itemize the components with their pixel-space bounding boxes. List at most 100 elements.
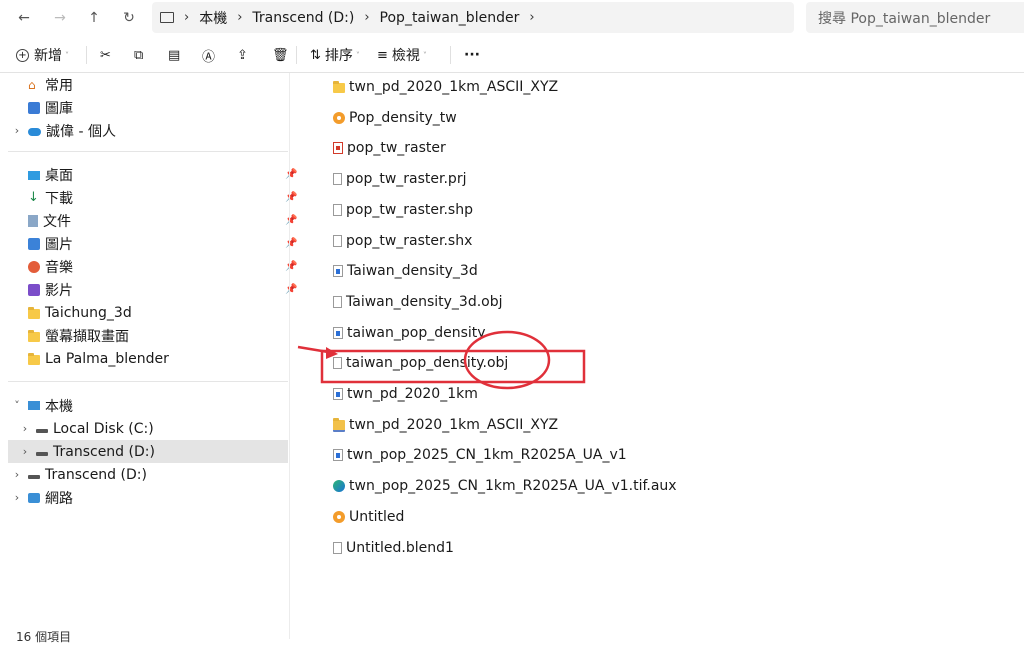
video-icon	[28, 283, 40, 296]
nav-item-label: Transcend (D:)	[45, 466, 147, 483]
file-name: pop_tw_raster.shx	[346, 232, 473, 249]
file-icon	[333, 295, 342, 308]
nav-item-onedrive[interactable]: › 誠偉 - 個人	[8, 119, 288, 142]
nav-item-label: La Palma_blender	[45, 350, 169, 367]
nav-item-gallery[interactable]: 圖庫	[8, 96, 288, 119]
chevron-right-icon[interactable]: ›	[12, 124, 22, 137]
copy-icon[interactable]: ⧉	[134, 38, 143, 72]
nav-item-transcend-selected[interactable]: › Transcend (D:)	[8, 440, 288, 463]
nav-item-music[interactable]: 音樂 📌	[8, 255, 297, 278]
file-row[interactable]: twn_pd_2020_1km_ASCII_XYZ	[333, 75, 558, 99]
sort-button[interactable]: ⇅ 排序 ˅	[310, 38, 360, 72]
file-icon	[333, 541, 342, 554]
file-name: twn_pd_2020_1km	[347, 386, 478, 402]
computer-icon	[28, 401, 40, 410]
breadcrumb-drive[interactable]: Transcend (D:)	[246, 10, 360, 26]
file-row[interactable]: twn_pd_2020_1km	[333, 382, 478, 406]
share-icon[interactable]: ⇪	[237, 38, 248, 72]
rename-icon[interactable]: Ⓐ	[202, 38, 215, 72]
file-name: Taiwan_density_3d.obj	[346, 293, 503, 310]
nav-item-downloads[interactable]: ↓ 下載 📌	[8, 186, 297, 209]
cut-icon[interactable]: ✂	[100, 38, 111, 72]
nav-item-videos[interactable]: 影片 📌	[8, 278, 297, 301]
chevron-down-icon: ˅	[355, 50, 360, 60]
chevron-right-icon[interactable]: ›	[20, 445, 30, 458]
file-row[interactable]: taiwan_pop_density.obj	[333, 351, 508, 375]
file-row[interactable]: Untitled.blend1	[333, 536, 454, 560]
nav-item-label: 圖片	[45, 236, 73, 253]
file-row[interactable]: Pop_density_tw	[333, 106, 457, 130]
drive-icon	[28, 474, 40, 479]
folder-icon	[28, 306, 40, 319]
file-name: pop_tw_raster	[347, 140, 446, 157]
zip-folder-icon	[333, 417, 345, 432]
nav-item-documents[interactable]: 文件 📌	[8, 209, 297, 232]
status-item-count: 16 個項目	[16, 630, 72, 644]
nav-item-local-disk[interactable]: › Local Disk (C:)	[8, 417, 288, 440]
breadcrumb-chevron-icon[interactable]: ›	[233, 10, 246, 25]
chevron-down-icon[interactable]: ˅	[12, 399, 22, 412]
file-name: twn_pop_2025_CN_1km_R2025A_UA_v1.tif.aux	[349, 478, 677, 495]
nav-divider	[8, 381, 288, 382]
file-row[interactable]: pop_tw_raster.shx	[333, 229, 472, 253]
new-button[interactable]: + 新增 ˅	[16, 38, 69, 72]
file-row[interactable]: taiwan_pop_density	[333, 321, 486, 345]
nav-item-label: 網路	[45, 490, 73, 507]
monitor-icon[interactable]	[160, 12, 174, 23]
file-name: taiwan_pop_density	[347, 324, 486, 341]
pdf-icon	[333, 142, 343, 155]
view-list-icon: ≡	[377, 47, 388, 63]
file-row[interactable]: Taiwan_density_3d	[333, 259, 478, 283]
toolbar-divider	[296, 46, 297, 64]
nav-item-label: Taichung_3d	[45, 304, 132, 321]
nav-item-network[interactable]: › 網路	[8, 486, 288, 509]
chevron-right-icon[interactable]: ›	[12, 468, 22, 481]
refresh-icon[interactable]: ↻	[117, 6, 141, 30]
breadcrumb-chevron-icon[interactable]: ›	[180, 10, 193, 25]
delete-icon[interactable]: 🗑	[272, 38, 289, 72]
nav-item-taichung[interactable]: Taichung_3d	[8, 301, 288, 324]
command-bar: + 新增 ˅ ✂ ⧉ ▤ Ⓐ ⇪ 🗑 ⇅ 排序 ˅ ≡ 檢視 ˅ ···	[0, 38, 1024, 73]
nav-item-label: 文件	[43, 213, 71, 230]
nav-item-this-pc[interactable]: ˅ 本機	[8, 394, 288, 417]
breadcrumb-folder[interactable]: Pop_taiwan_blender	[374, 10, 526, 26]
pictures-icon	[28, 237, 40, 250]
chevron-right-icon[interactable]: ›	[20, 422, 30, 435]
file-row[interactable]: Taiwan_density_3d.obj	[333, 290, 503, 314]
nav-divider	[8, 151, 288, 152]
address-bar: ← → ↑ ↻ › 本機 › Transcend (D:) › Pop_taiw…	[0, 0, 1024, 36]
file-row[interactable]: pop_tw_raster	[333, 136, 446, 160]
music-icon	[28, 260, 40, 273]
nav-item-la-palma[interactable]: La Palma_blender	[8, 347, 288, 370]
nav-item-label: 常用	[45, 77, 73, 94]
nav-item-screenshots[interactable]: 螢幕擷取畫面	[8, 324, 288, 347]
breadcrumb[interactable]: › 本機 › Transcend (D:) › Pop_taiwan_blend…	[152, 2, 794, 33]
drive-icon	[36, 451, 48, 456]
network-icon	[28, 492, 40, 503]
file-row[interactable]: twn_pop_2025_CN_1km_R2025A_UA_v1	[333, 443, 627, 467]
breadcrumb-this-pc[interactable]: 本機	[193, 8, 233, 28]
paste-icon[interactable]: ▤	[168, 38, 180, 72]
search-input[interactable]: 搜尋 Pop_taiwan_blender	[806, 2, 1024, 33]
file-name: taiwan_pop_density.obj	[346, 355, 509, 372]
see-more-button[interactable]: ···	[464, 38, 480, 72]
file-icon	[333, 203, 342, 216]
up-arrow-icon[interactable]: ↑	[82, 6, 106, 30]
file-row[interactable]: pop_tw_raster.prj	[333, 167, 466, 191]
nav-item-transcend[interactable]: › Transcend (D:)	[8, 463, 288, 486]
chevron-right-icon[interactable]: ›	[12, 491, 22, 504]
nav-item-desktop[interactable]: 桌面 📌	[8, 163, 297, 186]
nav-item-label: 本機	[45, 398, 73, 415]
file-row[interactable]: twn_pd_2020_1km_ASCII_XYZ	[333, 413, 558, 437]
file-row[interactable]: twn_pop_2025_CN_1km_R2025A_UA_v1.tif.aux	[333, 474, 677, 498]
file-row[interactable]: Untitled	[333, 505, 404, 529]
breadcrumb-chevron-icon[interactable]: ›	[525, 10, 538, 25]
breadcrumb-chevron-icon[interactable]: ›	[360, 10, 373, 25]
drive-icon	[36, 428, 48, 433]
forward-arrow-icon[interactable]: →	[48, 6, 72, 30]
view-button[interactable]: ≡ 檢視 ˅	[377, 38, 427, 72]
back-arrow-icon[interactable]: ←	[12, 6, 36, 30]
nav-item-home[interactable]: ⌂ 常用	[8, 73, 288, 96]
file-row[interactable]: pop_tw_raster.shp	[333, 198, 473, 222]
nav-item-pictures[interactable]: 圖片 📌	[8, 232, 297, 255]
